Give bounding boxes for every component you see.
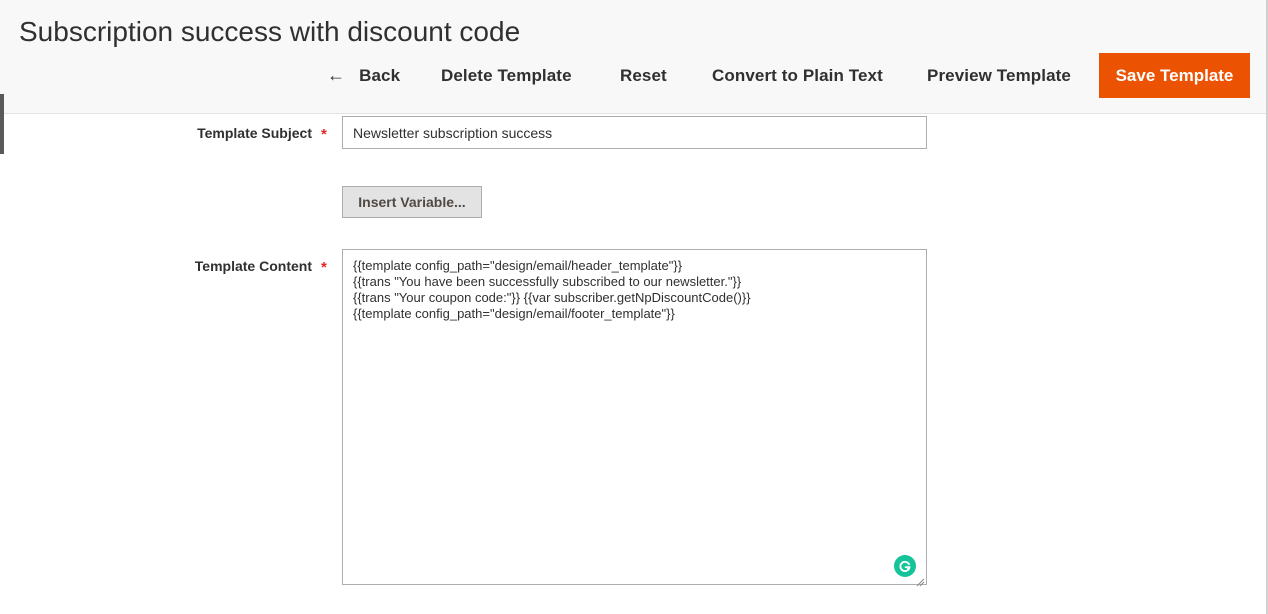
arrow-left-icon: ← (327, 65, 346, 85)
insert-variable-button[interactable]: Insert Variable... (342, 186, 482, 218)
save-template-button[interactable]: Save Template (1099, 53, 1250, 98)
template-content-label: Template Content (194, 258, 312, 274)
back-button[interactable]: ← Back (327, 53, 400, 98)
back-button-label: Back (359, 65, 401, 85)
left-edge-divider (0, 94, 4, 154)
reset-button[interactable]: Reset (620, 53, 667, 98)
template-content-textarea[interactable]: {{template config_path="design/email/hea… (342, 249, 927, 585)
page: Subscription success with discount code … (0, 0, 1268, 614)
preview-template-button[interactable]: Preview Template (927, 53, 1071, 98)
delete-template-button[interactable]: Delete Template (441, 53, 572, 98)
required-marker: * (321, 259, 327, 276)
required-marker: * (321, 126, 327, 143)
template-subject-input[interactable] (342, 116, 927, 149)
template-subject-label: Template Subject (197, 125, 312, 141)
page-title: Subscription success with discount code (19, 16, 521, 47)
convert-plain-text-button[interactable]: Convert to Plain Text (712, 53, 883, 98)
resize-handle-icon[interactable] (916, 574, 925, 587)
grammarly-icon[interactable] (894, 555, 916, 577)
page-header: Subscription success with discount code … (0, 0, 1266, 114)
